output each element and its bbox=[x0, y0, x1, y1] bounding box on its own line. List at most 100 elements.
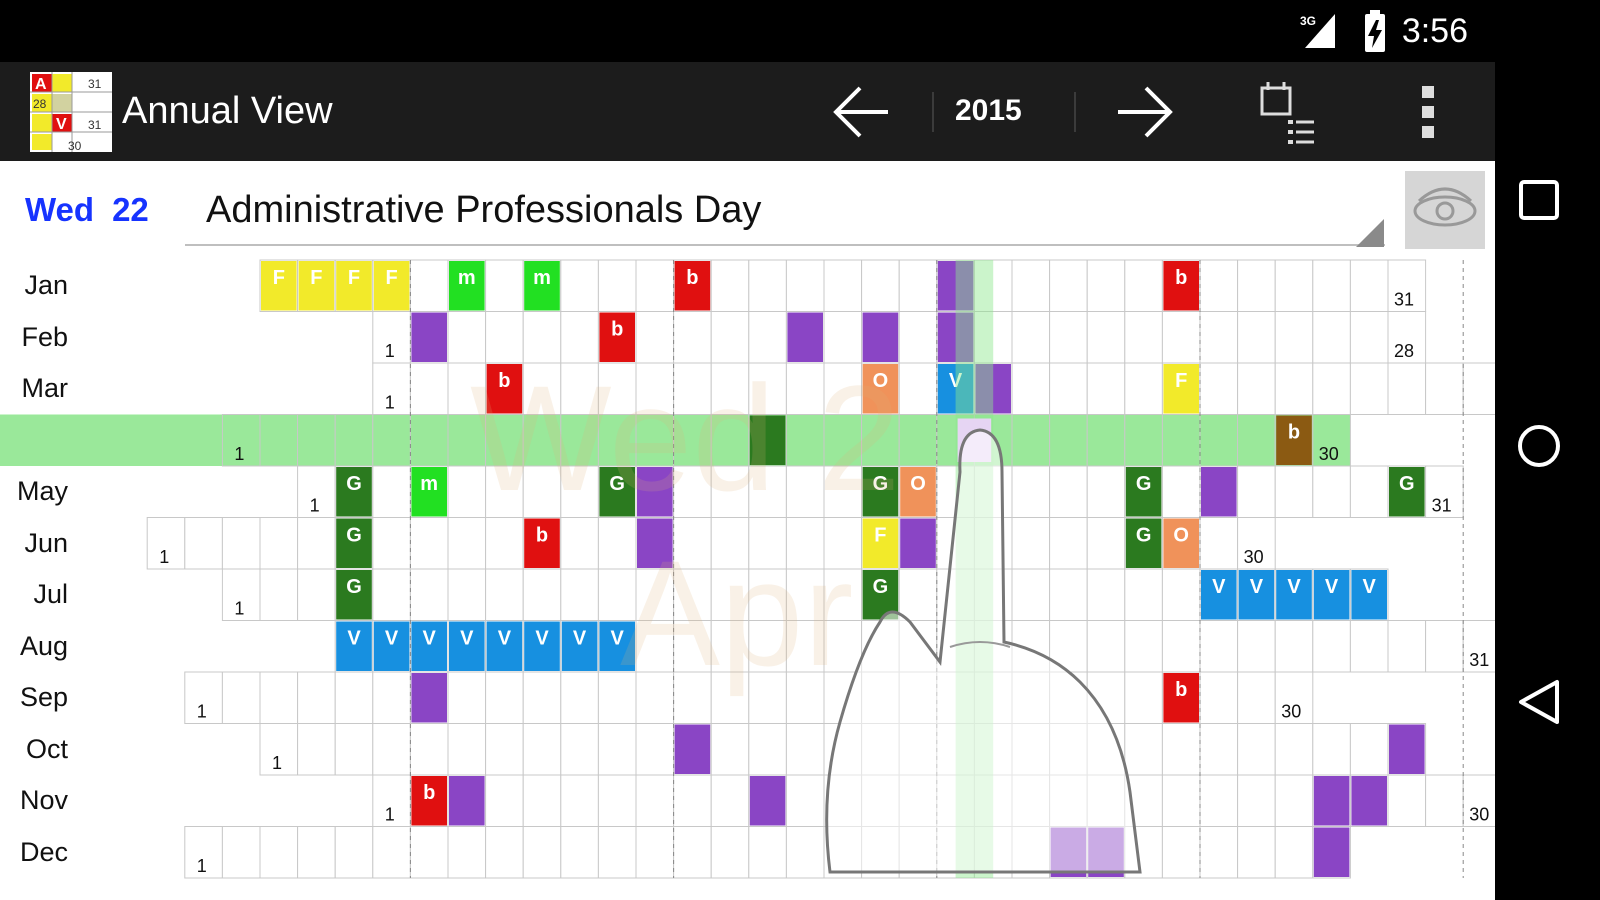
day-cell[interactable] bbox=[635, 774, 675, 827]
day-cell[interactable] bbox=[409, 414, 449, 467]
day-cell[interactable] bbox=[485, 568, 524, 621]
day-cell[interactable] bbox=[1049, 259, 1088, 312]
day-cell[interactable] bbox=[1011, 259, 1051, 312]
day-cell[interactable] bbox=[898, 311, 938, 364]
day-cell[interactable] bbox=[1237, 465, 1276, 518]
day-cell[interactable] bbox=[673, 826, 712, 879]
day-cell[interactable] bbox=[372, 568, 411, 621]
event-block[interactable] bbox=[411, 312, 447, 363]
day-cell[interactable] bbox=[560, 517, 599, 570]
day-cell[interactable] bbox=[560, 259, 599, 312]
day-cell[interactable] bbox=[259, 671, 299, 724]
day-cell[interactable] bbox=[409, 259, 449, 312]
day-cell[interactable] bbox=[1237, 774, 1276, 827]
day-cell[interactable] bbox=[785, 774, 825, 827]
day-cell[interactable] bbox=[1086, 259, 1126, 312]
day-cell[interactable] bbox=[1161, 465, 1201, 518]
day-cell[interactable] bbox=[1199, 362, 1239, 415]
day-cell[interactable] bbox=[485, 671, 524, 724]
day-cell[interactable] bbox=[485, 723, 524, 776]
day-cell[interactable] bbox=[1237, 414, 1276, 467]
day-cell[interactable] bbox=[1199, 671, 1239, 724]
day-cell[interactable] bbox=[1349, 465, 1389, 518]
day-cell[interactable] bbox=[1199, 723, 1239, 776]
day-cell[interactable] bbox=[221, 671, 261, 724]
event-block[interactable] bbox=[449, 776, 485, 826]
day-cell[interactable] bbox=[1425, 362, 1464, 415]
day-cell[interactable] bbox=[221, 517, 261, 570]
day-cell[interactable] bbox=[1237, 826, 1276, 879]
day-cell[interactable] bbox=[1349, 362, 1389, 415]
day-cell[interactable] bbox=[1237, 311, 1276, 364]
event-block[interactable] bbox=[674, 724, 711, 775]
day-cell[interactable] bbox=[297, 671, 336, 724]
day-cell[interactable] bbox=[1199, 620, 1239, 673]
day-cell[interactable] bbox=[522, 568, 562, 621]
day-cell[interactable] bbox=[748, 259, 787, 312]
day-cell[interactable] bbox=[560, 723, 599, 776]
day-cell[interactable] bbox=[1349, 620, 1389, 673]
day-cell[interactable] bbox=[409, 568, 449, 621]
day-cell[interactable] bbox=[673, 774, 712, 827]
day-cell[interactable] bbox=[1274, 620, 1314, 673]
day-cell[interactable] bbox=[861, 259, 900, 312]
day-cell[interactable] bbox=[297, 826, 336, 879]
day-cell[interactable] bbox=[785, 259, 825, 312]
day-cell[interactable] bbox=[1312, 723, 1351, 776]
day-cell[interactable] bbox=[1312, 362, 1351, 415]
day-cell[interactable] bbox=[597, 723, 637, 776]
day-cell[interactable] bbox=[1237, 671, 1276, 724]
day-cell[interactable] bbox=[522, 723, 562, 776]
day-cell[interactable] bbox=[597, 774, 637, 827]
day-cell[interactable] bbox=[1161, 311, 1201, 364]
day-cell[interactable] bbox=[1161, 826, 1201, 879]
day-cell[interactable] bbox=[485, 826, 524, 879]
day-cell[interactable] bbox=[372, 723, 411, 776]
day-cell[interactable] bbox=[635, 826, 675, 879]
day-cell[interactable] bbox=[1237, 362, 1276, 415]
day-cell[interactable] bbox=[522, 826, 562, 879]
day-cell[interactable] bbox=[522, 774, 562, 827]
day-cell[interactable] bbox=[1349, 311, 1389, 364]
day-cell[interactable] bbox=[259, 826, 299, 879]
event-block[interactable] bbox=[1351, 776, 1387, 826]
day-cell[interactable] bbox=[409, 826, 449, 879]
day-cell[interactable] bbox=[447, 517, 487, 570]
day-cell[interactable] bbox=[1387, 362, 1427, 415]
day-cell[interactable] bbox=[1274, 465, 1314, 518]
day-cell[interactable] bbox=[1161, 774, 1201, 827]
day-cell[interactable] bbox=[1387, 620, 1427, 673]
day-cell[interactable] bbox=[1274, 723, 1314, 776]
day-cell[interactable] bbox=[1161, 620, 1201, 673]
day-cell[interactable] bbox=[1199, 774, 1239, 827]
day-cell[interactable] bbox=[485, 259, 524, 312]
day-cell[interactable] bbox=[1462, 362, 1495, 415]
day-cell[interactable] bbox=[1312, 311, 1351, 364]
day-cell[interactable] bbox=[1312, 259, 1351, 312]
day-cell[interactable] bbox=[409, 723, 449, 776]
day-cell[interactable] bbox=[1124, 311, 1163, 364]
day-cell[interactable] bbox=[785, 826, 825, 879]
day-cell[interactable] bbox=[372, 826, 411, 879]
day-cell[interactable] bbox=[522, 671, 562, 724]
day-cell[interactable] bbox=[485, 517, 524, 570]
day-cell[interactable] bbox=[297, 414, 336, 467]
day-cell[interactable] bbox=[372, 465, 411, 518]
event-block[interactable] bbox=[749, 776, 786, 826]
day-cell[interactable] bbox=[485, 774, 524, 827]
day-cell[interactable] bbox=[447, 723, 487, 776]
day-cell[interactable] bbox=[1199, 259, 1239, 312]
home-icon[interactable] bbox=[1515, 422, 1563, 470]
day-cell[interactable] bbox=[1124, 259, 1163, 312]
day-cell[interactable] bbox=[372, 671, 411, 724]
day-cell[interactable] bbox=[1161, 568, 1201, 621]
day-cell[interactable] bbox=[1237, 723, 1276, 776]
day-cell[interactable] bbox=[710, 259, 750, 312]
day-cell[interactable] bbox=[1237, 259, 1276, 312]
day-cell[interactable] bbox=[1086, 311, 1126, 364]
event-block[interactable] bbox=[411, 673, 447, 723]
day-cell[interactable] bbox=[1011, 311, 1051, 364]
day-cell[interactable] bbox=[1199, 311, 1239, 364]
day-cell[interactable] bbox=[1237, 620, 1276, 673]
day-cell[interactable] bbox=[1199, 517, 1239, 570]
